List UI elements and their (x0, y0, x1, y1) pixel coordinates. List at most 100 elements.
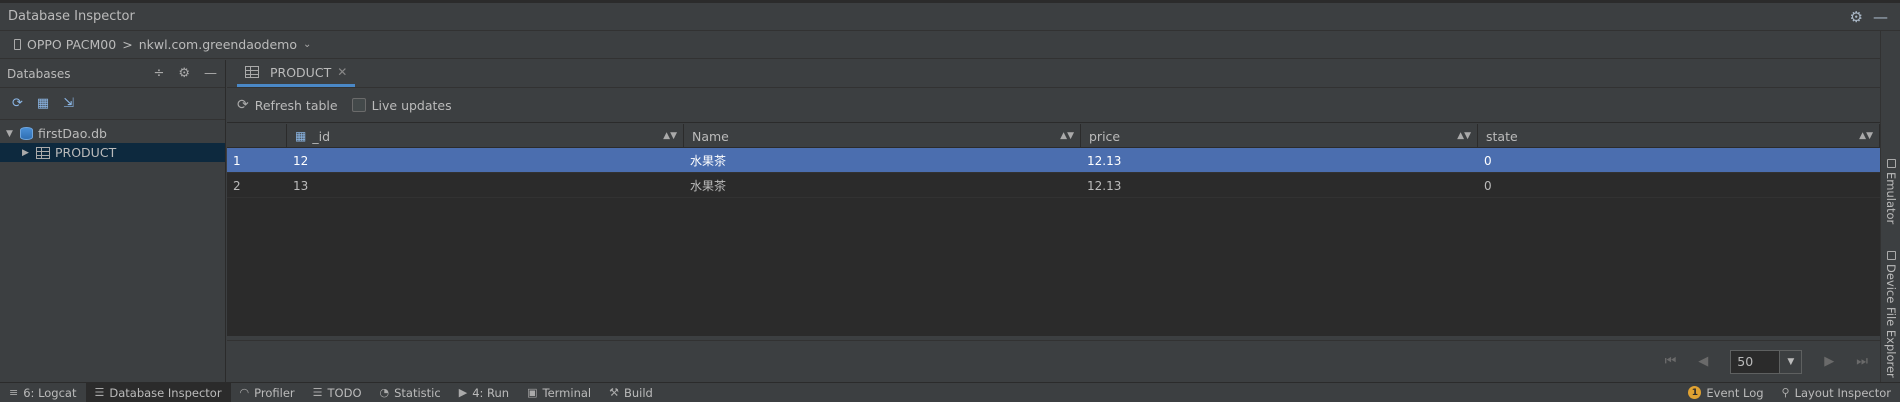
first-page-icon[interactable]: ⏮ (1665, 354, 1677, 369)
emulator-icon (1886, 159, 1896, 168)
cell-price[interactable]: 12.13 (1081, 173, 1478, 198)
tool-button-label: 6: Logcat (23, 385, 77, 400)
table-row[interactable]: 2 13 水果茶 12.13 0 (227, 173, 1880, 198)
database-icon: ☰ (94, 386, 105, 399)
tool-button-statistic[interactable]: ◔ Statistic (371, 383, 450, 402)
tool-tab-label: Emulator (1884, 172, 1898, 225)
tree-item-table[interactable]: ▶ PRODUCT (0, 143, 225, 162)
databases-toolbar: ⟳ ▦ ⇲ (0, 88, 225, 120)
column-label: price (1089, 128, 1121, 144)
column-header-state[interactable]: state ▲▼ (1478, 124, 1880, 148)
live-updates-checkbox[interactable] (351, 98, 366, 112)
tool-button-label: TODO (327, 385, 362, 400)
sort-icon[interactable]: ▲▼ (1060, 131, 1074, 141)
table-icon (36, 146, 50, 159)
tool-button-run[interactable]: ▶ 4: Run (450, 383, 518, 402)
live-updates-label: Live updates (371, 97, 452, 113)
column-label: state (1486, 128, 1518, 144)
tool-button-label: Profiler (254, 385, 295, 400)
minimize-icon[interactable]: — (1873, 7, 1888, 27)
logcat-icon: ≡ (9, 386, 19, 399)
run-icon: ▶ (458, 386, 468, 399)
tool-button-todo[interactable]: ☰ TODO (304, 383, 371, 402)
page-size-value[interactable]: 50 (1731, 351, 1779, 373)
refresh-table-button[interactable]: ⟳ Refresh table (237, 97, 338, 113)
tool-tab-emulator[interactable]: Emulator (1884, 159, 1898, 224)
results-table: ▦ _id ▲▼ Name ▲▼ price ▲▼ state ▲▼ 1 12 … (227, 124, 1880, 336)
column-header-name[interactable]: Name ▲▼ (684, 124, 1081, 148)
primary-key-icon: ▦ (295, 129, 307, 143)
cell-state[interactable]: 0 (1478, 173, 1880, 198)
window-title: Database Inspector (8, 9, 135, 24)
minimize-icon[interactable]: — (204, 66, 217, 81)
tool-button-event-log[interactable]: 1 Event Log (1679, 383, 1772, 402)
tool-button-label: Event Log (1706, 385, 1764, 400)
tool-button-label: Database Inspector (109, 385, 222, 400)
tool-button-label: 4: Run (472, 385, 510, 400)
tool-button-layout-inspector[interactable]: ⚲ Layout Inspector (1773, 383, 1900, 402)
column-header-id[interactable]: ▦ _id ▲▼ (287, 124, 684, 148)
tool-tab-label: Device File Explorer (1884, 264, 1898, 378)
sort-icon[interactable]: ▲▼ (1859, 131, 1873, 141)
tool-button-database-inspector[interactable]: ☰ Database Inspector (85, 382, 231, 402)
tool-button-logcat[interactable]: ≡ 6: Logcat (0, 383, 86, 402)
tool-button-label: Terminal (542, 385, 592, 400)
todo-icon: ☰ (312, 386, 323, 399)
tool-button-terminal[interactable]: ▣ Terminal (518, 383, 600, 402)
tab-product[interactable]: PRODUCT ✕ (237, 60, 356, 87)
cell-name[interactable]: 水果茶 (684, 173, 1081, 198)
last-page-icon[interactable]: ⏭ (1856, 354, 1868, 369)
run-query-icon[interactable]: ▦ (37, 96, 49, 111)
titlebar-actions: ⚙ — (1850, 7, 1888, 27)
tool-button-label: Layout Inspector (1794, 385, 1891, 400)
table-toolbar: ⟳ Refresh table Live updates (227, 88, 1880, 123)
gear-icon[interactable]: ⚙ (1850, 7, 1863, 27)
sort-icon[interactable]: ▲▼ (663, 131, 677, 141)
collapse-arrow-icon[interactable]: ▶ (22, 148, 36, 158)
cell-state[interactable]: 0 (1478, 148, 1880, 173)
table-row[interactable]: 1 12 水果茶 12.13 0 (227, 148, 1880, 173)
keep-connections-icon[interactable]: ⇲ (63, 96, 74, 111)
next-page-icon[interactable]: ▶ (1824, 354, 1834, 369)
device-selector[interactable]: OPPO PACM00 > nkwl.com.greendaodemo ⌄ (0, 31, 1880, 59)
table-view-panel: PRODUCT ✕ ⟳ Refresh table Live updates ▦… (227, 60, 1880, 382)
phone-icon (14, 39, 21, 50)
databases-header: Databases ÷ ⚙ — (0, 60, 225, 88)
chevron-down-icon[interactable]: ▼ (1779, 350, 1802, 373)
status-bar-right: 1 Event Log ⚲ Layout Inspector (1679, 383, 1900, 402)
cell-name[interactable]: 水果茶 (684, 148, 1081, 173)
row-index-header (227, 124, 287, 148)
sort-icon[interactable]: ▲▼ (1457, 131, 1471, 141)
collapse-all-icon[interactable]: ÷ (153, 66, 164, 81)
device-file-explorer-icon (1886, 251, 1896, 260)
profiler-icon: ◠ (239, 386, 250, 399)
cell-id[interactable]: 12 (287, 148, 684, 173)
refresh-table-label: Refresh table (254, 97, 338, 113)
chevron-down-icon[interactable]: ⌄ (303, 39, 311, 50)
column-header-price[interactable]: price ▲▼ (1081, 124, 1478, 148)
tool-button-build[interactable]: ⚒ Build (600, 383, 662, 402)
warning-badge-icon: 1 (1688, 386, 1702, 399)
tool-tab-device-file-explorer[interactable]: Device File Explorer (1884, 251, 1898, 378)
previous-page-icon[interactable]: ◀ (1698, 354, 1708, 369)
page-size-select[interactable]: 50 ▼ (1730, 349, 1803, 374)
close-icon[interactable]: ✕ (337, 65, 347, 79)
expand-arrow-icon[interactable]: ▼ (6, 129, 20, 139)
device-separator: > (122, 37, 133, 52)
right-tool-stripe: Emulator Device File Explorer (1880, 31, 1900, 382)
tab-label: PRODUCT (270, 64, 332, 80)
cell-id[interactable]: 13 (287, 173, 684, 198)
tool-button-label: Statistic (394, 385, 441, 400)
bottom-tool-bar: ≡ 6: Logcat ☰ Database Inspector ◠ Profi… (0, 382, 1900, 402)
refresh-schema-icon[interactable]: ⟳ (12, 96, 23, 111)
terminal-icon: ▣ (527, 386, 538, 399)
gear-icon[interactable]: ⚙ (178, 66, 190, 81)
cell-price[interactable]: 12.13 (1081, 148, 1478, 173)
statistic-icon: ◔ (379, 386, 390, 399)
tree-item-database[interactable]: ▼ firstDao.db (0, 124, 225, 143)
databases-label: Databases (7, 66, 71, 81)
database-name: firstDao.db (38, 126, 107, 141)
live-updates-toggle[interactable]: Live updates (351, 97, 452, 113)
tool-button-profiler[interactable]: ◠ Profiler (231, 383, 304, 402)
table-header: ▦ _id ▲▼ Name ▲▼ price ▲▼ state ▲▼ (227, 124, 1880, 148)
